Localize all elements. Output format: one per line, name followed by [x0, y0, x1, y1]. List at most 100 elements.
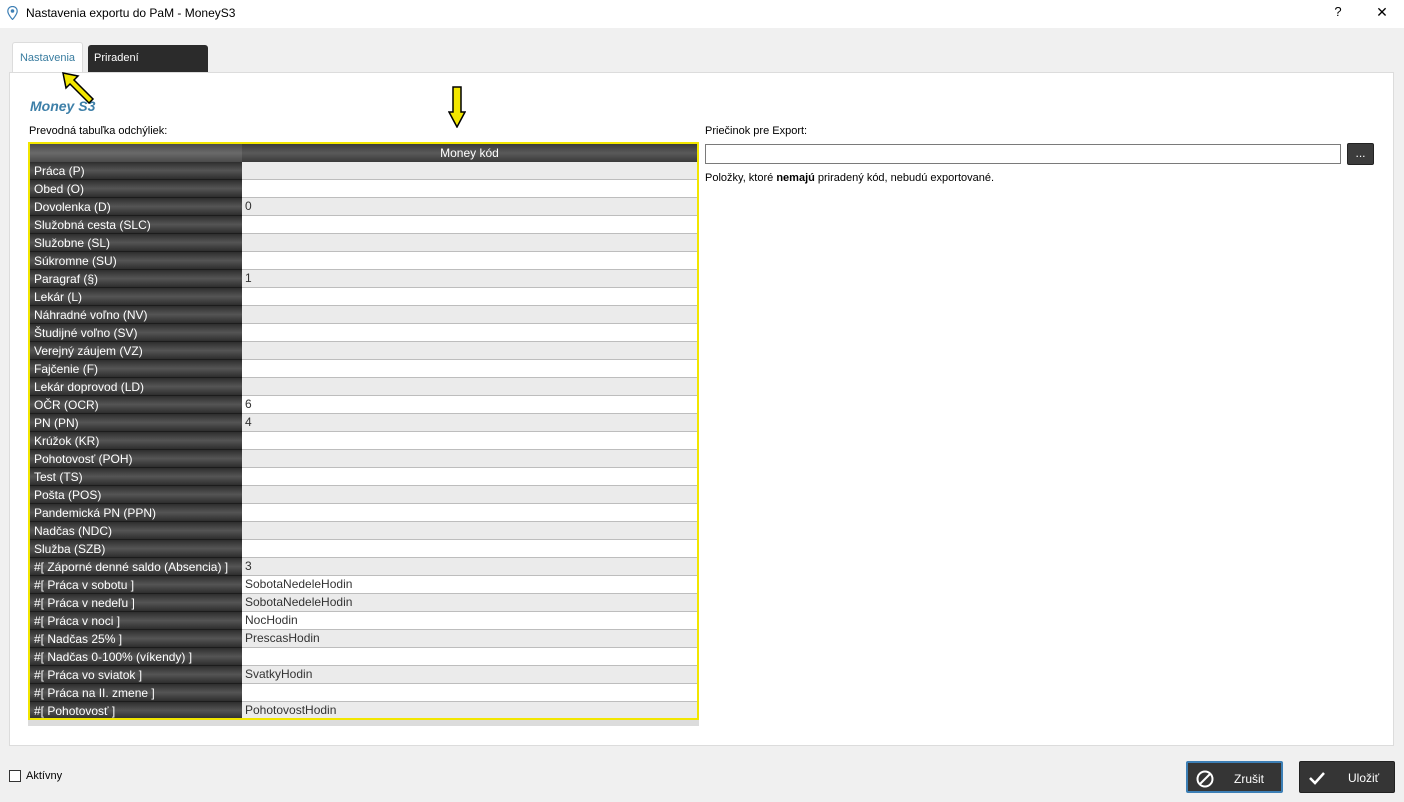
export-note: Položky, ktoré nemajú priradený kód, neb… — [705, 172, 994, 184]
close-button[interactable]: ✕ — [1374, 4, 1390, 22]
money-code-cell[interactable] — [242, 288, 697, 306]
table-row[interactable]: Náhradné voľno (NV) — [30, 306, 697, 324]
money-code-cell[interactable] — [242, 306, 697, 324]
row-header: Pošta (POS) — [30, 486, 242, 504]
note-suffix: priradený kód, nebudú exportované. — [814, 172, 995, 184]
cancel-button[interactable]: Zrušit — [1186, 761, 1283, 793]
table-row[interactable]: Lekár doprovod (LD) — [30, 378, 697, 396]
table-row[interactable]: Obed (O) — [30, 180, 697, 198]
row-header: #[ Práca v noci ] — [30, 612, 242, 630]
row-header: Obed (O) — [30, 180, 242, 198]
table-row[interactable]: #[ Práca vo sviatok ] SvatkyHodin — [30, 666, 697, 684]
cancel-icon — [1196, 770, 1214, 788]
money-code-cell[interactable]: PrescasHodin — [242, 630, 697, 648]
money-code-cell[interactable]: SobotaNedeleHodin — [242, 594, 697, 612]
money-code-cell[interactable] — [242, 486, 697, 504]
browse-button[interactable]: ... — [1347, 143, 1374, 165]
money-code-cell[interactable] — [242, 432, 697, 450]
money-code-cell[interactable] — [242, 450, 697, 468]
money-code-cell[interactable]: SvatkyHodin — [242, 666, 697, 684]
table-row[interactable]: Študijné voľno (SV) — [30, 324, 697, 342]
row-header: Služobná cesta (SLC) — [30, 216, 242, 234]
money-code-cell[interactable] — [242, 540, 697, 558]
row-header: Fajčenie (F) — [30, 360, 242, 378]
table-row[interactable]: Test (TS) — [30, 468, 697, 486]
money-code-cell[interactable] — [242, 342, 697, 360]
money-code-cell[interactable] — [242, 684, 697, 702]
table-row[interactable]: Súkromne (SU) — [30, 252, 697, 270]
table-row[interactable]: #[ Práca v nedeľu ] SobotaNedeleHodin — [30, 594, 697, 612]
table-row[interactable]: #[ Práca na II. zmene ] — [30, 684, 697, 702]
table-row[interactable]: #[ Nadčas 0-100% (víkendy) ] — [30, 648, 697, 666]
active-checkbox-label: Aktívny — [26, 770, 63, 782]
column-header-money-kod: Money kód — [440, 146, 499, 160]
row-header: Súkromne (SU) — [30, 252, 242, 270]
row-header: Služba (SZB) — [30, 540, 242, 558]
money-code-cell[interactable] — [242, 360, 697, 378]
table-row[interactable]: Práca (P) — [30, 162, 697, 180]
money-code-cell[interactable] — [242, 504, 697, 522]
money-code-cell[interactable] — [242, 180, 697, 198]
money-code-cell[interactable] — [242, 324, 697, 342]
row-header: Test (TS) — [30, 468, 242, 486]
table-row[interactable]: Pandemická PN (PPN) — [30, 504, 697, 522]
tab-nastavenia[interactable]: Nastavenia — [12, 42, 83, 72]
row-header: Paragraf (§) — [30, 270, 242, 288]
row-header: Pandemická PN (PPN) — [30, 504, 242, 522]
export-folder-input[interactable] — [705, 144, 1341, 164]
table-row[interactable]: Služobne (SL) — [30, 234, 697, 252]
help-button[interactable]: ? — [1330, 4, 1346, 22]
row-header: OČR (OCR) — [30, 396, 242, 414]
table-row[interactable]: Dovolenka (D) 0 — [30, 198, 697, 216]
money-code-cell[interactable] — [242, 252, 697, 270]
money-code-cell[interactable] — [242, 378, 697, 396]
table-row[interactable]: Lekár (L) — [30, 288, 697, 306]
table-row[interactable]: Krúžok (KR) — [30, 432, 697, 450]
money-code-cell[interactable]: PohotovostHodin — [242, 702, 697, 718]
table-horizontal-scrollbar[interactable] — [28, 720, 699, 726]
money-code-cell[interactable]: 1 — [242, 270, 697, 288]
conversion-table-label: Prevodná tabuľka odchýliek: — [29, 125, 168, 137]
table-row[interactable]: #[ Práca v sobotu ] SobotaNedeleHodin — [30, 576, 697, 594]
note-bold: nemajú — [776, 172, 815, 184]
table-row[interactable]: #[ Pohotovosť ] PohotovostHodin — [30, 702, 697, 718]
row-header: #[ Práca v sobotu ] — [30, 576, 242, 594]
save-button-label: Uložiť — [1348, 771, 1380, 785]
table-row[interactable]: #[ Nadčas 25% ] PrescasHodin — [30, 630, 697, 648]
row-header: Nadčas (NDC) — [30, 522, 242, 540]
money-code-cell[interactable]: 0 — [242, 198, 697, 216]
yellow-diagonal-arrow-icon — [62, 72, 95, 105]
table-row[interactable]: Pošta (POS) — [30, 486, 697, 504]
row-header: Verejný záujem (VZ) — [30, 342, 242, 360]
money-code-cell[interactable] — [242, 522, 697, 540]
money-code-cell[interactable]: 3 — [242, 558, 697, 576]
checkmark-icon — [1309, 772, 1325, 785]
money-code-cell[interactable] — [242, 162, 697, 180]
table-row[interactable]: PN (PN) 4 — [30, 414, 697, 432]
table-row[interactable]: Pohotovosť (POH) — [30, 450, 697, 468]
money-code-cell[interactable] — [242, 216, 697, 234]
row-header: Lekár (L) — [30, 288, 242, 306]
money-code-cell[interactable]: 6 — [242, 396, 697, 414]
note-prefix: Položky, ktoré — [705, 172, 777, 184]
row-header: Pohotovosť (POH) — [30, 450, 242, 468]
table-row[interactable]: #[ Práca v noci ] NocHodin — [30, 612, 697, 630]
money-code-cell[interactable]: NocHodin — [242, 612, 697, 630]
save-button[interactable]: Uložiť — [1299, 761, 1395, 793]
money-code-cell[interactable]: 4 — [242, 414, 697, 432]
active-checkbox[interactable] — [9, 770, 21, 782]
money-code-cell[interactable] — [242, 234, 697, 252]
tab-priradeni-zamestnanci[interactable]: Priradení zamestnanci — [88, 45, 208, 91]
table-row[interactable]: OČR (OCR) 6 — [30, 396, 697, 414]
table-row[interactable]: #[ Záporné denné saldo (Absencia) ] 3 — [30, 558, 697, 576]
table-row[interactable]: Fajčenie (F) — [30, 360, 697, 378]
table-row[interactable]: Paragraf (§) 1 — [30, 270, 697, 288]
table-row[interactable]: Nadčas (NDC) — [30, 522, 697, 540]
table-row[interactable]: Verejný záujem (VZ) — [30, 342, 697, 360]
money-code-cell[interactable]: SobotaNedeleHodin — [242, 576, 697, 594]
row-header: #[ Práca vo sviatok ] — [30, 666, 242, 684]
table-row[interactable]: Služba (SZB) — [30, 540, 697, 558]
money-code-cell[interactable] — [242, 648, 697, 666]
money-code-cell[interactable] — [242, 468, 697, 486]
table-row[interactable]: Služobná cesta (SLC) — [30, 216, 697, 234]
